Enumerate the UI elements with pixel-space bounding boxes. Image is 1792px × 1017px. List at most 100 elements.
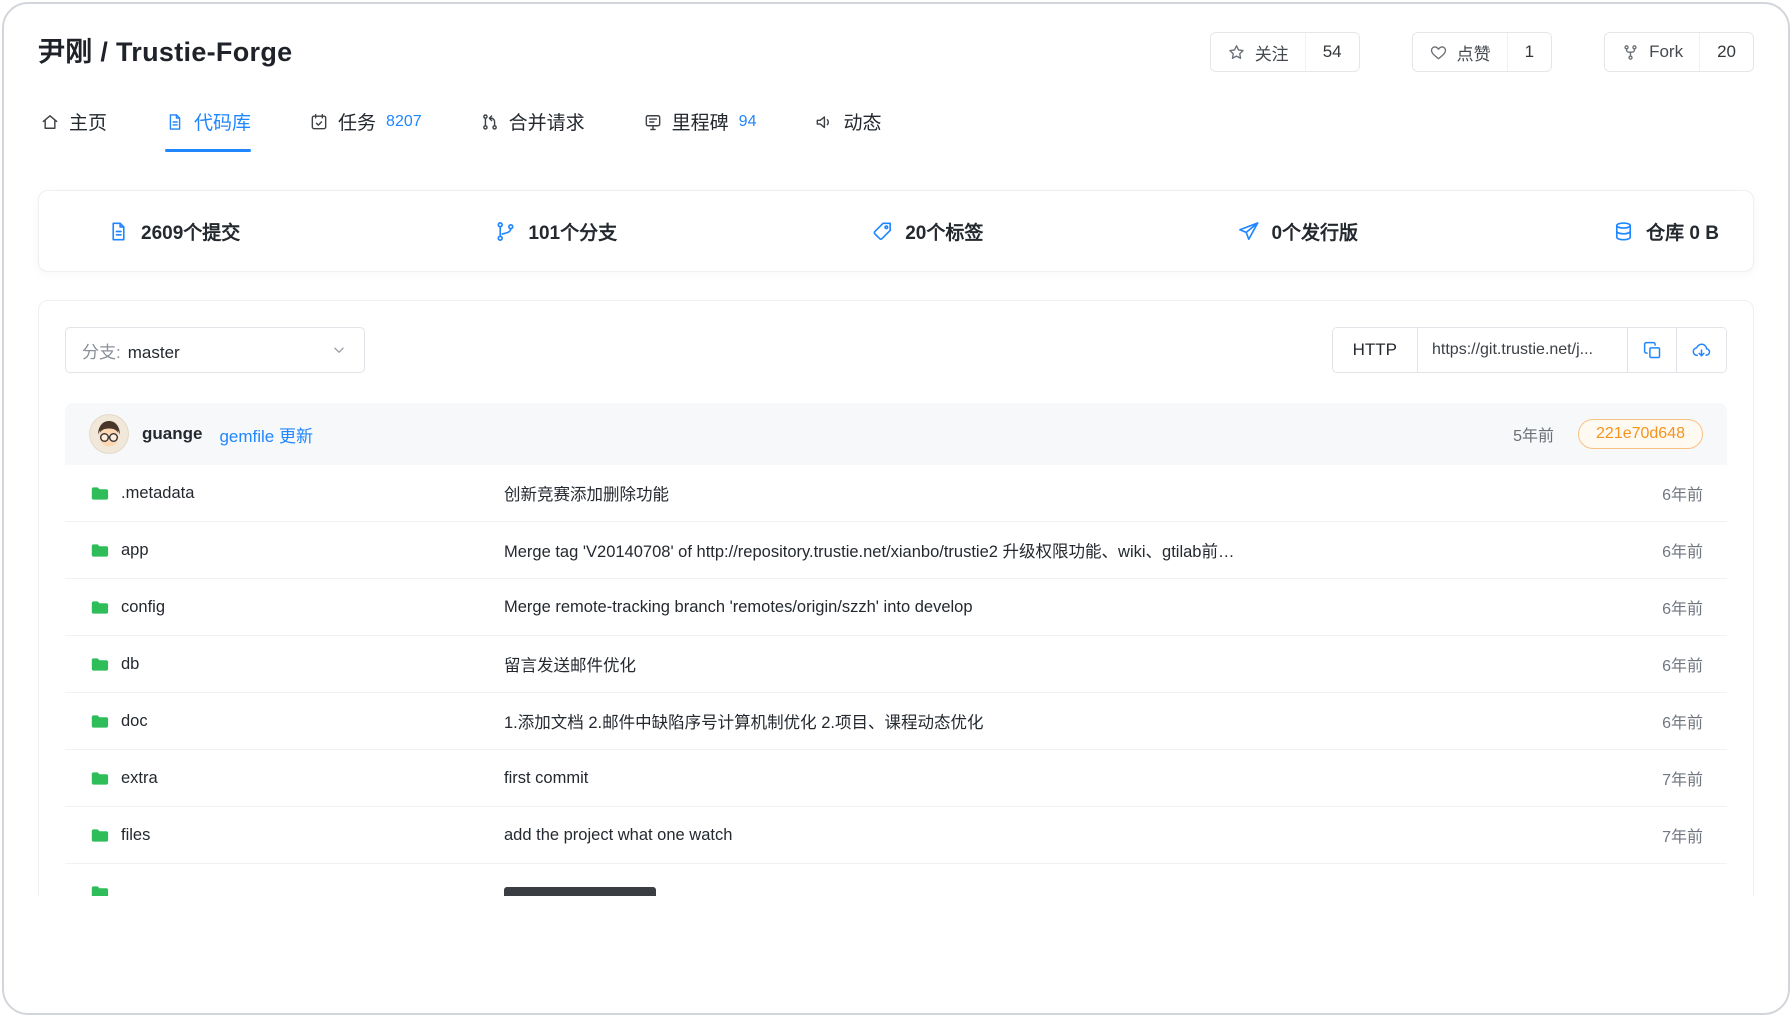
file-commit-time: 7年前 (1603, 823, 1703, 847)
file-commit-time: 6年前 (1603, 538, 1703, 562)
chevron-down-icon (330, 341, 348, 359)
tab-count-badge: 94 (739, 113, 757, 131)
activity-icon (814, 112, 834, 132)
app-window: 尹刚 / Trustie-Forge 关注 54 点赞 1 Fork 2 (2, 2, 1790, 1015)
clipped-text (504, 887, 656, 897)
file-name[interactable]: config (121, 598, 165, 617)
file-row[interactable]: config Merge remote-tracking branch 'rem… (65, 579, 1727, 636)
cloud-download-icon (1691, 340, 1712, 361)
file-commit-message[interactable]: add the project what one watch (504, 826, 1603, 845)
file-commit-time: 6年前 (1603, 595, 1703, 619)
file-row[interactable]: db 留言发送邮件优化 6年前 (65, 636, 1727, 693)
file-row[interactable]: .metadata 创新竞赛添加删除功能 6年前 (65, 465, 1727, 522)
milestone-icon (643, 112, 663, 132)
action-count: 1 (1507, 33, 1551, 71)
tab-code[interactable]: 代码库 (165, 108, 251, 152)
tab-label: 里程碑 (672, 108, 729, 135)
stat-label: 20个标签 (905, 218, 983, 245)
file-commit-message[interactable]: 留言发送邮件优化 (504, 652, 1603, 676)
branch-icon (494, 220, 517, 243)
stat-commits[interactable]: 2609个提交 (107, 218, 240, 245)
repo-header: 尹刚 / Trustie-Forge 关注 54 点赞 1 Fork 2 (4, 4, 1788, 80)
file-row[interactable]: extra first commit 7年前 (65, 750, 1727, 807)
file-name[interactable]: .metadata (121, 484, 194, 503)
file-name[interactable]: app (121, 541, 149, 560)
folder-icon (89, 711, 110, 732)
folder-icon (89, 768, 110, 789)
action-label: Fork (1649, 42, 1683, 62)
protocol-select[interactable]: HTTP (1333, 328, 1418, 372)
file-commit-message[interactable]: 创新竞赛添加删除功能 (504, 481, 1603, 505)
copy-icon (1642, 340, 1663, 361)
commit-hash-badge[interactable]: 221e70d648 (1578, 419, 1703, 449)
folder-icon (89, 597, 110, 618)
tab-label: 主页 (69, 108, 107, 135)
file-row-clipped (65, 864, 1727, 896)
file-commit-time: 6年前 (1603, 709, 1703, 733)
fork-icon (1621, 43, 1640, 62)
action-fork[interactable]: Fork 20 (1604, 32, 1754, 72)
file-row[interactable]: doc 1.添加文档 2.邮件中缺陷序号计算机制优化 2.项目、课程动态优化 6… (65, 693, 1727, 750)
branch-label: 分支: (82, 343, 121, 362)
tab-label: 任务 (338, 108, 376, 135)
commit-message-link[interactable]: gemfile 更新 (219, 422, 313, 447)
copy-url-button[interactable] (1628, 328, 1677, 372)
file-commit-message[interactable]: Merge remote-tracking branch 'remotes/or… (504, 598, 1603, 617)
tab-label: 动态 (843, 108, 881, 135)
file-name[interactable]: files (121, 826, 150, 845)
branch-selector[interactable]: 分支: master (65, 327, 365, 373)
download-repo-button[interactable] (1677, 328, 1726, 372)
file-row[interactable]: files add the project what one watch 7年前 (65, 807, 1727, 864)
stat-size[interactable]: 仓库 0 B (1612, 218, 1719, 245)
stat-label: 2609个提交 (141, 218, 240, 245)
tab-merge-requests[interactable]: 合并请求 (480, 108, 585, 152)
stat-tags[interactable]: 20个标签 (871, 218, 983, 245)
release-icon (1237, 220, 1260, 243)
stat-branches[interactable]: 101个分支 (494, 218, 617, 245)
repo-toolbar: 分支: master HTTP https://git.trustie.net/j… (65, 327, 1727, 373)
file-commit-message[interactable]: 1.添加文档 2.邮件中缺陷序号计算机制优化 2.项目、课程动态优化 (504, 709, 1603, 733)
repo-actions: 关注 54 点赞 1 Fork 20 (1210, 32, 1754, 72)
stat-releases[interactable]: 0个发行版 (1237, 218, 1358, 245)
stat-label: 0个发行版 (1271, 218, 1358, 245)
file-row[interactable]: app Merge tag 'V20140708' of http://repo… (65, 522, 1727, 579)
repo-browser-card: 分支: master HTTP https://git.trustie.net/j… (38, 300, 1754, 896)
file-name[interactable]: db (121, 655, 139, 674)
clone-url-field[interactable]: https://git.trustie.net/j... (1418, 328, 1628, 372)
tab-home[interactable]: 主页 (40, 108, 107, 152)
action-watch[interactable]: 关注 54 (1210, 32, 1360, 72)
file-commit-time: 6年前 (1603, 481, 1703, 505)
tab-label: 代码库 (194, 108, 251, 135)
action-like[interactable]: 点赞 1 (1412, 32, 1552, 72)
page-title: 尹刚 / Trustie-Forge (38, 34, 292, 70)
tab-tasks[interactable]: 任务 8207 (309, 108, 422, 152)
branch-name: master (128, 343, 180, 362)
latest-commit-bar: guange gemfile 更新 5年前 221e70d648 (65, 403, 1727, 465)
commit-icon (107, 220, 130, 243)
file-commit-message[interactable]: first commit (504, 769, 1603, 788)
commit-author[interactable]: guange (142, 424, 202, 444)
tab-label: 合并请求 (509, 108, 585, 135)
folder-icon (89, 540, 110, 561)
tab-count-badge: 8207 (386, 113, 422, 131)
file-list: .metadata 创新竞赛添加删除功能 6年前 app Merge tag '… (65, 465, 1727, 896)
repo-icon (165, 112, 185, 132)
file-commit-message[interactable]: Merge tag 'V20140708' of http://reposito… (504, 538, 1603, 562)
action-count: 20 (1699, 33, 1753, 71)
folder-icon (89, 882, 110, 896)
folder-icon (89, 483, 110, 504)
task-icon (309, 112, 329, 132)
tab-milestones[interactable]: 里程碑 94 (643, 108, 757, 152)
star-icon (1227, 43, 1246, 62)
file-name[interactable]: doc (121, 712, 148, 731)
file-commit-time: 6年前 (1603, 652, 1703, 676)
file-commit-time: 7年前 (1603, 766, 1703, 790)
folder-icon (89, 825, 110, 846)
home-icon (40, 112, 60, 132)
commit-time: 5年前 (1513, 422, 1554, 446)
avatar[interactable] (89, 414, 129, 454)
action-label: 点赞 (1457, 40, 1491, 65)
stat-label: 仓库 0 B (1646, 218, 1719, 245)
file-name[interactable]: extra (121, 769, 158, 788)
tab-activity[interactable]: 动态 (814, 108, 881, 152)
